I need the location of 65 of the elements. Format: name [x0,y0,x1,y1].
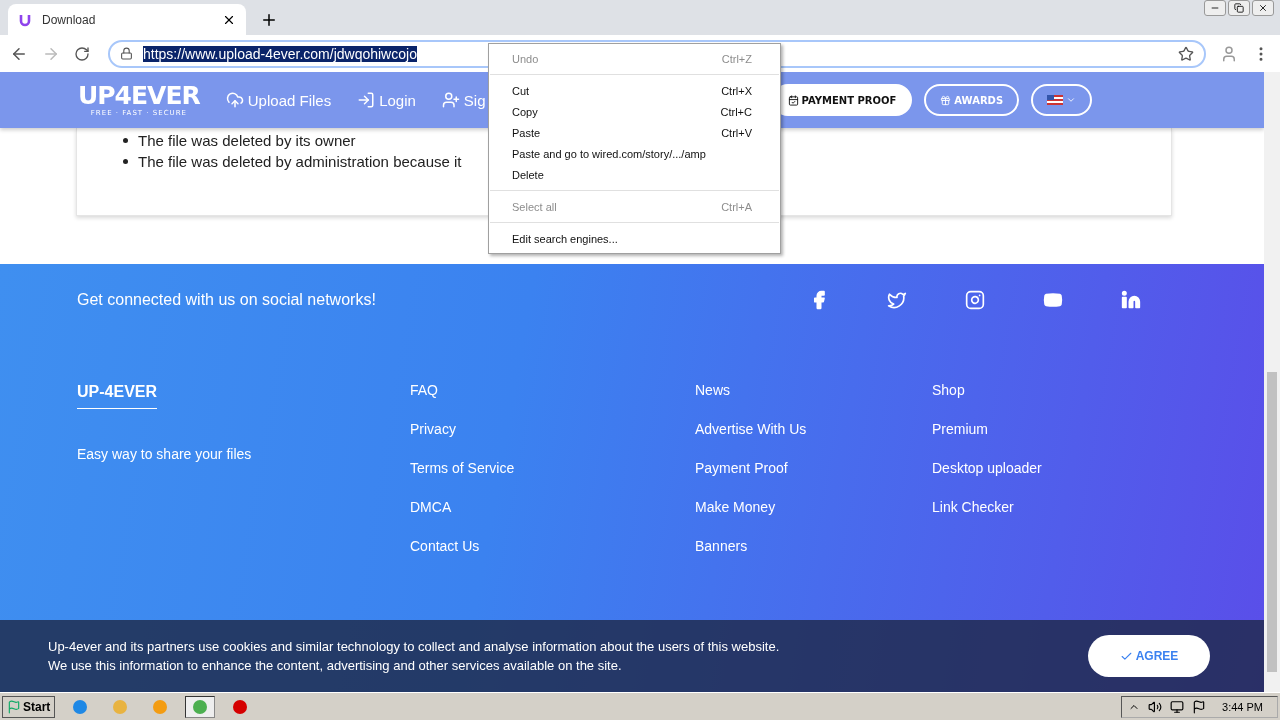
close-icon [1258,3,1268,13]
menu-item[interactable]: Edit search engines... [489,228,780,249]
footer-link[interactable]: Terms of Service [410,460,695,476]
clock: 3:44 PM [1222,700,1263,713]
menu-item[interactable]: Paste Ctrl+V [489,122,780,143]
menu-item[interactable]: Paste and go to wired.com/story/.../amp [489,143,780,164]
start-button[interactable]: Start [2,695,56,718]
footer-link[interactable]: Make Money [695,499,932,515]
reload-icon[interactable] [74,45,90,62]
footer-link[interactable]: News [695,382,932,398]
restore-button[interactable] [1228,0,1250,16]
calendar-icon [787,94,799,106]
profile-icon[interactable] [1220,44,1238,63]
restore-icon [1234,3,1244,13]
login-icon [357,91,376,109]
cookie-text: We use this information to enhance the content, advertising and other services available on the site. [48,658,623,673]
footer-tagline: Easy way to share your files [77,446,253,462]
footer-link[interactable]: Shop [932,382,1132,398]
footer-link[interactable]: Link Checker [932,499,1132,515]
browser-tab[interactable]: Download [8,4,246,35]
linkedin-icon[interactable] [1121,290,1141,310]
footer-link[interactable]: Banners [695,538,932,554]
taskbar-app-icon[interactable] [185,695,216,718]
footer-link[interactable]: DMCA [410,499,695,515]
nav-link[interactable]: Sig [441,91,486,109]
app-icon [192,698,209,715]
star-icon[interactable] [1178,45,1194,62]
nav-link[interactable]: Upload Files [225,91,332,109]
flag-icon[interactable] [1192,699,1207,714]
upload-icon [225,91,244,109]
scroll-thumb[interactable] [1267,372,1277,672]
tab-title: Download [42,12,97,27]
url-text: https://www.upload-4ever.com/jdwqohiwcojo [143,45,417,62]
cookie-text: Up-4ever and its partners use cookies and similar technology to collect and analyse information about the users of this website. [48,639,781,654]
app-icon [152,698,169,715]
footer-link[interactable]: Contact Us [410,538,695,554]
language-button[interactable] [1031,84,1093,116]
windows-flag-icon [7,699,21,714]
header-button[interactable]: AWARDS [924,84,1020,116]
network-icon[interactable] [1170,699,1185,714]
instagram-icon[interactable] [965,290,985,310]
caret-icon [1066,95,1077,105]
agree-button[interactable]: AGREE [1088,635,1210,677]
footer-link[interactable]: Privacy [410,421,695,437]
nav-link[interactable]: Login [357,91,416,109]
app-icon [232,698,249,715]
footer-link[interactable]: Advertise With Us [695,421,932,437]
volume-icon[interactable] [1148,699,1163,714]
app-icon [72,698,89,715]
flag-icon [1047,95,1064,105]
footer-link[interactable]: FAQ [410,382,695,398]
footer-link[interactable]: Desktop uploader [932,460,1132,476]
signup-icon [441,91,460,109]
footer-brand: UP-4EVER [77,382,158,409]
social-title: Get connected with us on social networks! [77,291,377,309]
footer-link[interactable]: Payment Proof [695,460,932,476]
site-favicon [18,12,32,27]
gift-icon [940,94,952,106]
app-icon [112,698,129,715]
close-window-button[interactable] [1252,0,1274,16]
lock-icon [120,47,133,60]
footer-link[interactable]: Premium [932,421,1132,437]
twitter-icon[interactable] [887,290,907,310]
youtube-icon[interactable] [1043,290,1063,310]
menu-item[interactable]: Delete [489,164,780,185]
